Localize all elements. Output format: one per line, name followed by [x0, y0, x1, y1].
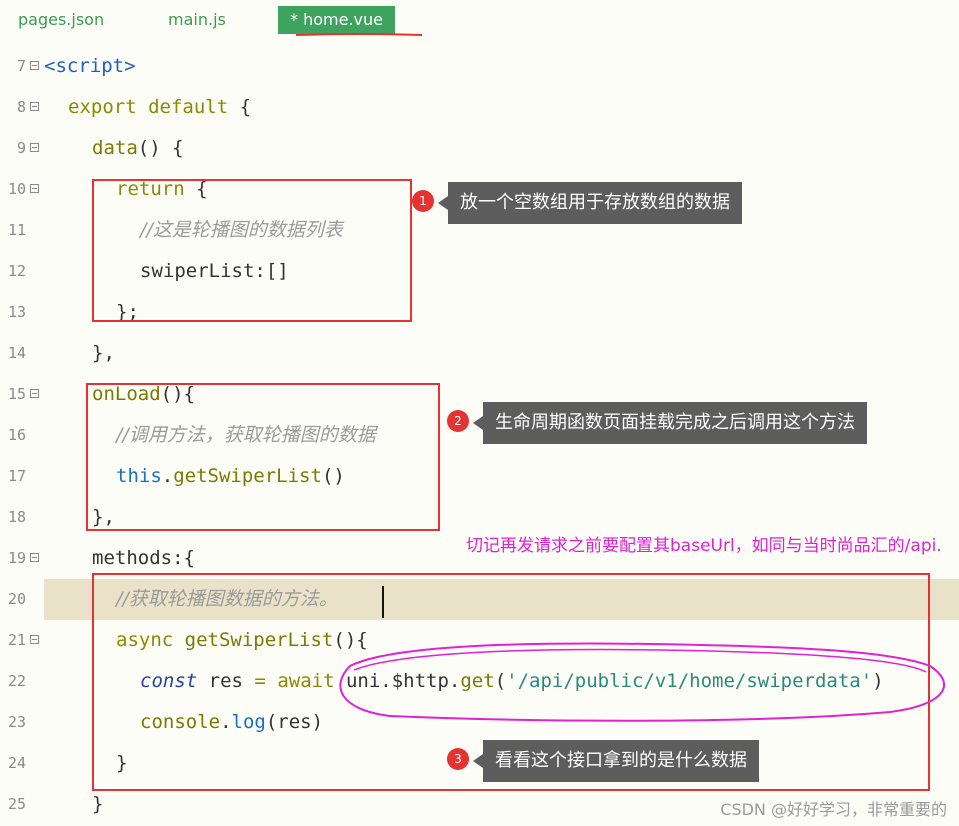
- text-cursor: [382, 586, 384, 618]
- fold-toggle-icon[interactable]: [30, 102, 39, 111]
- onload-block-highlight-box: [86, 383, 440, 531]
- fold-toggle-icon[interactable]: [30, 389, 39, 398]
- line-number: 24: [7, 754, 26, 772]
- line-number: 9: [16, 139, 26, 157]
- annotation-note-1: 放一个空数组用于存放数组的数据: [438, 182, 742, 224]
- code-token: <script>: [44, 55, 136, 77]
- fold-toggle-icon[interactable]: [30, 184, 39, 193]
- code-line[interactable]: 8 export default {: [0, 87, 959, 128]
- line-number: 14: [7, 344, 26, 362]
- line-number: 21: [7, 631, 26, 649]
- line-number: 25: [7, 795, 26, 813]
- tab-pages-json[interactable]: pages.json: [18, 6, 104, 34]
- code-token: data: [92, 137, 138, 159]
- fold-toggle-icon[interactable]: [30, 635, 39, 644]
- fold-toggle-icon[interactable]: [30, 61, 39, 70]
- code-line[interactable]: 7 <script>: [0, 46, 959, 87]
- code-text: },: [92, 333, 115, 374]
- line-number: 13: [7, 303, 26, 321]
- baseurl-reminder-note: 切记再发请求之前要配置其baseUrl，如同与当时尚品汇的/api.: [466, 536, 942, 556]
- code-text: export default {: [68, 87, 251, 128]
- line-number: 10: [7, 180, 26, 198]
- return-block-highlight-box: [92, 179, 412, 322]
- line-number: 11: [7, 221, 26, 239]
- tab-active-underline: [295, 33, 423, 36]
- line-number: 12: [7, 262, 26, 280]
- editor-tab-bar: pages.json main.js * home.vue: [0, 0, 959, 44]
- annotation-note-2: 生命周期函数页面挂载完成之后调用这个方法: [473, 402, 867, 444]
- fold-toggle-icon[interactable]: [30, 553, 39, 562]
- line-number: 20: [7, 590, 26, 608]
- api-call-highlight-scribble: [339, 642, 945, 722]
- code-token: export default: [68, 96, 229, 118]
- fold-toggle-icon[interactable]: [30, 143, 39, 152]
- annotation-badge-1: 1: [412, 190, 434, 212]
- code-line[interactable]: 14},: [0, 333, 959, 374]
- code-text: <script>: [44, 46, 136, 87]
- line-number: 16: [7, 426, 26, 444]
- code-token: {: [228, 96, 252, 118]
- annotation-note-3: 看看这个接口拿到的是什么数据: [473, 740, 759, 782]
- line-number: 19: [7, 549, 26, 567]
- code-token: () {: [137, 137, 184, 159]
- code-token: },: [92, 342, 115, 364]
- code-text: data() {: [92, 128, 184, 169]
- line-number: 8: [16, 98, 26, 116]
- code-line[interactable]: 9 data() {: [0, 128, 959, 169]
- annotation-badge-3: 3: [447, 748, 469, 770]
- line-number: 18: [7, 508, 26, 526]
- tab-home-vue[interactable]: * home.vue: [278, 6, 395, 34]
- line-number: 7: [16, 57, 26, 75]
- code-token: }: [92, 793, 104, 815]
- line-number: 17: [7, 467, 26, 485]
- line-number: 22: [7, 672, 26, 690]
- code-token: methods:{: [92, 547, 195, 569]
- watermark: CSDN @好好学习，非常重要的: [720, 800, 947, 819]
- annotation-badge-2: 2: [447, 410, 469, 432]
- line-number: 15: [7, 385, 26, 403]
- line-number: 23: [7, 713, 26, 731]
- tab-main-js[interactable]: main.js: [168, 6, 226, 34]
